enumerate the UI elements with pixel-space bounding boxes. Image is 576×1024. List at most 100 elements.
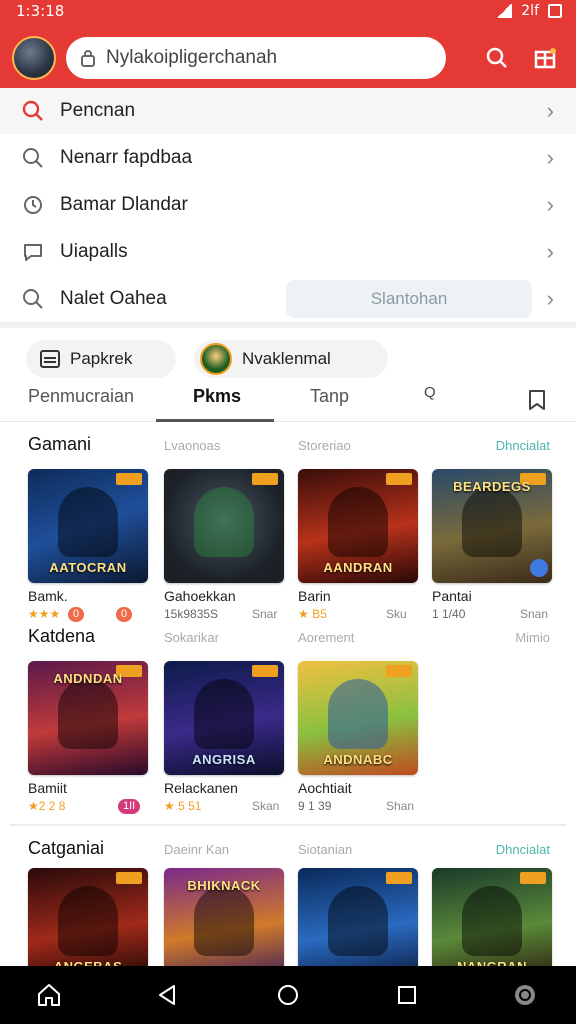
rating: 1 1/40 — [432, 607, 466, 621]
character-art — [462, 487, 522, 557]
search-button[interactable] — [478, 39, 516, 77]
section-column: Lvaonoas — [164, 438, 221, 453]
overview-home-button[interactable] — [273, 980, 303, 1010]
tab-active-indicator — [156, 419, 274, 422]
game-card[interactable]: ANGRISA Relackanen ★ 5 51 Skan — [164, 661, 284, 817]
section-column: Daeinr Kan — [164, 842, 230, 857]
search-icon — [23, 147, 43, 168]
section-column: Siotanian — [298, 842, 353, 857]
gift-button[interactable] — [526, 39, 564, 77]
stat-label: Sku — [386, 607, 407, 621]
game-card[interactable]: ANDNABC Aochtiait 9 1 39 Shan — [298, 661, 418, 817]
chevron-right-icon: › — [546, 285, 554, 311]
game-card[interactable]: NANGRAN — [432, 868, 552, 982]
bookmark-icon[interactable] — [528, 390, 546, 410]
chip-papkrek[interactable]: Papkrek — [26, 340, 176, 378]
game-card[interactable]: ANDNDAN Bamiit ★2 2 8 1II — [28, 661, 148, 817]
suggestion-item[interactable]: Bamar Dlandar › — [0, 181, 576, 228]
tab-tanp[interactable]: Tanp — [310, 386, 349, 407]
character-art — [328, 679, 388, 749]
tab-bar: Penmucraian Pkms Tanp Q — [0, 380, 576, 422]
tag-badge — [386, 473, 412, 485]
back-icon — [159, 985, 175, 1005]
section-gamani: Gamani Lvaonoas Storeriao Dhncialat AATO… — [0, 434, 576, 624]
rating: 15k9835S — [164, 607, 219, 621]
search-icon — [486, 47, 507, 68]
suggestion-list: Pencnan › Nenarr fapdbaa › Bamar Dlandar… — [0, 88, 576, 322]
search-input[interactable] — [106, 47, 432, 69]
chip-row: Papkrek Nvaklenmal — [0, 340, 576, 380]
game-thumbnail: BEARDEGS — [432, 469, 552, 583]
chip-label: Nvaklenmal — [242, 349, 331, 368]
search-icon — [22, 100, 43, 121]
stat-label: Snar — [252, 607, 278, 621]
section-more-link[interactable]: Dhncialat — [496, 438, 550, 453]
tag-badge — [520, 872, 546, 884]
history-icon — [24, 195, 42, 214]
home-icon — [38, 984, 60, 1006]
list-icon — [40, 350, 60, 368]
search-bar[interactable] — [66, 37, 446, 79]
game-card[interactable]: BEARDEGS Pantai 1 1/40 Snan — [432, 469, 552, 625]
game-thumbnail: ANDNDAN — [28, 661, 148, 775]
tab-penmucraian[interactable]: Penmucraian — [28, 386, 134, 407]
game-card[interactable]: ANGEBAS — [28, 868, 148, 982]
search-icon — [23, 288, 43, 309]
stat-label: Skan — [252, 799, 280, 813]
thumbnail-title: ANGRISA — [192, 752, 256, 767]
game-thumbnail — [164, 469, 284, 583]
section-title: Catganiai — [28, 838, 105, 858]
character-art — [328, 886, 388, 956]
circle-home-icon — [278, 985, 298, 1005]
game-thumbnail: AATOCRAN — [28, 469, 148, 583]
home-button[interactable] — [34, 980, 64, 1010]
character-art — [58, 487, 118, 557]
thumbnail-title: AANDRAN — [323, 560, 393, 575]
character-art — [194, 487, 254, 557]
suggestion-item[interactable]: Nenarr fapdbaa › — [0, 134, 576, 181]
tab-search-icon[interactable]: Q — [424, 384, 436, 401]
lock-icon — [81, 50, 95, 67]
section-column: Sokarikar — [164, 630, 219, 645]
chip-nvaklenmal[interactable]: Nvaklenmal — [194, 340, 388, 378]
game-card[interactable]: AATOCRAN Bamk. ★★★ 0 0 — [28, 469, 148, 625]
tag-badge — [386, 665, 412, 677]
character-art — [328, 487, 388, 557]
section-more-link[interactable]: Dhncialat — [496, 842, 550, 857]
chip-label: Papkrek — [70, 349, 133, 368]
assistant-button[interactable] — [510, 980, 540, 1010]
game-card[interactable]: BHIKNACK — [164, 868, 284, 982]
game-thumbnail — [298, 868, 418, 982]
thumbnail-title: BEARDEGS — [453, 479, 531, 494]
suggestion-item[interactable]: Nalet Oahea Slantohan › — [0, 275, 576, 322]
rating: ★ 5 51 — [164, 799, 202, 813]
system-nav-bar — [0, 966, 576, 1024]
stat-label: Shan — [386, 799, 415, 813]
back-button[interactable] — [152, 980, 182, 1010]
section-column: Storeriao — [298, 438, 351, 453]
suggestion-item[interactable]: Pencnan › — [0, 88, 576, 134]
status-bar: 1:3:18 2lf — [0, 0, 576, 22]
section-more-link[interactable]: Mimio — [515, 630, 550, 645]
character-art — [58, 886, 118, 956]
recents-button[interactable] — [392, 980, 422, 1010]
status-time: 1:3:18 — [16, 2, 65, 20]
chevron-right-icon: › — [546, 98, 554, 123]
results-panel: Papkrek Nvaklenmal Penmucraian Pkms Tanp… — [0, 328, 576, 982]
game-card[interactable] — [298, 868, 418, 982]
chevron-right-icon: › — [546, 238, 554, 264]
game-thumbnail: AANDRAN — [298, 469, 418, 583]
tag-badge — [116, 473, 142, 485]
tag-badge — [252, 473, 278, 485]
chevron-right-icon: › — [546, 191, 554, 217]
game-card[interactable]: Gahoekkan 15k9835S Snar — [164, 469, 284, 625]
rating: 9 1 39 — [298, 799, 332, 813]
suggestion-action-button[interactable]: Slantohan — [286, 280, 532, 318]
avatar[interactable] — [12, 36, 56, 80]
price-pill: 0 — [68, 607, 85, 622]
rating: ★★★ — [28, 607, 61, 621]
game-card[interactable]: AANDRAN Barin ★ B5 Sku — [298, 469, 418, 625]
suggestion-item[interactable]: Uiapalls › — [0, 228, 576, 275]
suggestion-label: Pencnan — [60, 100, 136, 121]
tab-pkms[interactable]: Pkms — [193, 386, 241, 407]
